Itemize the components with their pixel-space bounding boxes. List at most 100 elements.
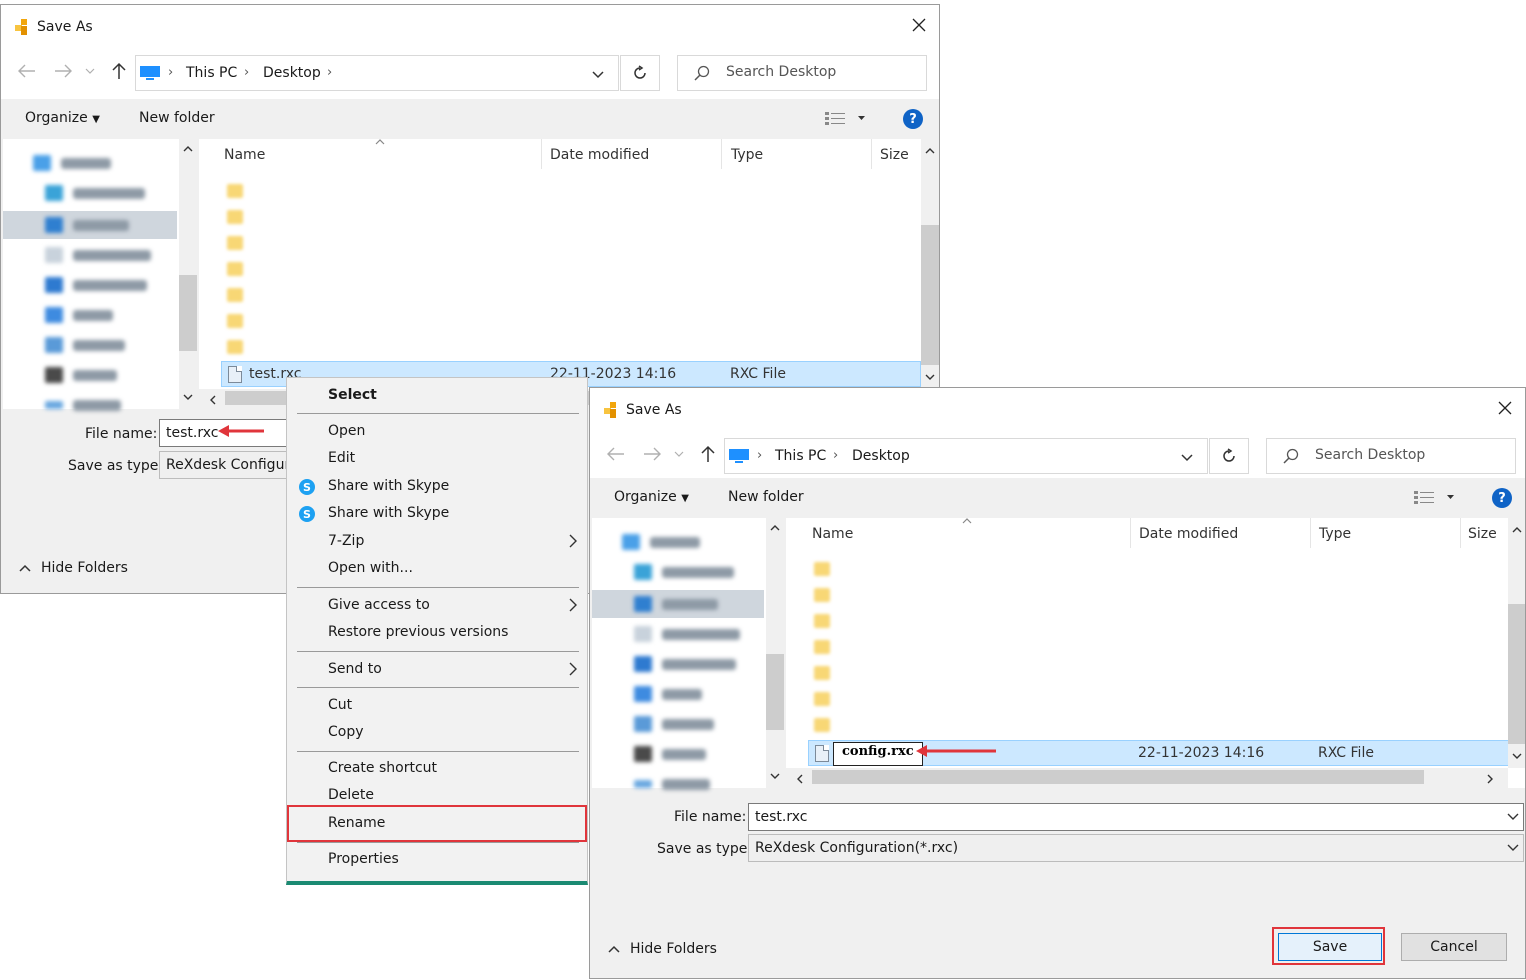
- scroll-down-icon[interactable]: [183, 393, 193, 401]
- scrollbar-thumb[interactable]: [179, 275, 197, 351]
- column-header-type[interactable]: Type: [1319, 526, 1351, 542]
- nav-item[interactable]: [634, 624, 740, 644]
- column-header-date[interactable]: Date modified: [1139, 526, 1238, 542]
- menu-item-rename[interactable]: Rename: [328, 815, 385, 831]
- folder-icon[interactable]: [814, 562, 830, 576]
- recent-locations-button[interactable]: [83, 61, 97, 81]
- file-list-scrollbar[interactable]: [921, 139, 939, 389]
- menu-item-open-with[interactable]: Open with...: [328, 560, 413, 576]
- nav-scrollbar[interactable]: [179, 139, 197, 409]
- nav-item[interactable]: [622, 532, 700, 552]
- nav-item[interactable]: [634, 744, 706, 764]
- chevron-down-icon[interactable]: [1507, 813, 1519, 821]
- chevron-down-icon[interactable]: [590, 66, 606, 82]
- menu-item-give-access[interactable]: Give access to: [328, 597, 430, 613]
- folder-icon[interactable]: [814, 718, 830, 732]
- up-button[interactable]: [698, 444, 718, 464]
- nav-item[interactable]: [45, 335, 125, 355]
- back-button[interactable]: [606, 444, 626, 464]
- organize-button[interactable]: Organize ▼: [25, 110, 100, 126]
- scroll-up-icon[interactable]: [770, 524, 780, 532]
- menu-item-properties[interactable]: Properties: [328, 851, 399, 867]
- chevron-down-icon[interactable]: [1179, 449, 1195, 465]
- menu-item-create-shortcut[interactable]: Create shortcut: [328, 760, 437, 776]
- menu-item-restore-versions[interactable]: Restore previous versions: [328, 624, 508, 640]
- menu-item-7zip[interactable]: 7-Zip: [328, 533, 364, 549]
- menu-item-send-to[interactable]: Send to: [328, 661, 382, 677]
- folder-icon[interactable]: [227, 262, 243, 276]
- search-box[interactable]: Search Desktop: [677, 55, 927, 91]
- menu-item-select[interactable]: Select: [328, 387, 377, 403]
- address-bar[interactable]: › This PC › Desktop ›: [135, 55, 619, 91]
- breadcrumb-desktop[interactable]: Desktop: [263, 65, 321, 81]
- close-button[interactable]: [1493, 396, 1517, 420]
- scroll-left-icon[interactable]: [796, 774, 804, 784]
- menu-item-open[interactable]: Open: [328, 423, 365, 439]
- view-options-button[interactable]: [1414, 490, 1454, 508]
- file-rename-editbox[interactable]: config.rxc: [833, 742, 923, 766]
- scroll-down-icon[interactable]: [770, 772, 780, 780]
- menu-item-edit[interactable]: Edit: [328, 450, 355, 466]
- help-button[interactable]: ?: [903, 109, 923, 129]
- folder-icon[interactable]: [227, 340, 243, 354]
- nav-item[interactable]: [634, 594, 718, 614]
- menu-item-cut[interactable]: Cut: [328, 697, 352, 713]
- scrollbar-thumb[interactable]: [1508, 604, 1525, 744]
- column-header-name[interactable]: Name: [224, 147, 265, 163]
- folder-icon[interactable]: [814, 692, 830, 706]
- scrollbar-thumb[interactable]: [812, 770, 1424, 784]
- folder-icon[interactable]: [814, 640, 830, 654]
- nav-item[interactable]: [634, 562, 734, 582]
- folder-icon[interactable]: [227, 236, 243, 250]
- breadcrumb-this-pc[interactable]: This PC: [186, 65, 237, 81]
- breadcrumb-desktop[interactable]: Desktop: [852, 448, 910, 464]
- folder-icon[interactable]: [227, 184, 243, 198]
- scroll-right-icon[interactable]: [1486, 774, 1494, 784]
- nav-item[interactable]: [45, 365, 117, 385]
- address-bar[interactable]: › This PC › Desktop: [724, 438, 1208, 474]
- folder-icon[interactable]: [227, 210, 243, 224]
- nav-item[interactable]: [45, 215, 129, 235]
- nav-scrollbar[interactable]: [766, 518, 784, 788]
- cancel-button[interactable]: Cancel: [1401, 933, 1507, 961]
- column-header-type[interactable]: Type: [731, 147, 763, 163]
- organize-button[interactable]: Organize ▼: [614, 489, 689, 505]
- nav-item[interactable]: [634, 774, 710, 794]
- menu-item-share-skype[interactable]: Share with Skype: [328, 505, 449, 521]
- scroll-up-icon[interactable]: [183, 145, 193, 153]
- close-button[interactable]: [907, 13, 931, 37]
- folder-icon[interactable]: [814, 614, 830, 628]
- nav-item[interactable]: [45, 275, 147, 295]
- file-list-hscrollbar[interactable]: [786, 768, 1508, 788]
- scroll-down-icon[interactable]: [1512, 752, 1522, 760]
- scroll-left-icon[interactable]: [209, 395, 217, 405]
- recent-locations-button[interactable]: [672, 444, 686, 464]
- scroll-up-icon[interactable]: [925, 147, 935, 155]
- new-folder-button[interactable]: New folder: [728, 489, 804, 505]
- nav-item[interactable]: [634, 684, 702, 704]
- menu-item-delete[interactable]: Delete: [328, 787, 374, 803]
- save-button[interactable]: Save: [1278, 933, 1382, 961]
- view-options-button[interactable]: [825, 111, 865, 129]
- scroll-down-icon[interactable]: [925, 373, 935, 381]
- forward-button[interactable]: [642, 444, 662, 464]
- nav-item[interactable]: [634, 714, 714, 734]
- nav-item[interactable]: [45, 183, 145, 203]
- refresh-button[interactable]: [620, 55, 660, 91]
- nav-item[interactable]: [45, 395, 121, 415]
- refresh-button[interactable]: [1209, 438, 1249, 474]
- chevron-down-icon[interactable]: [1507, 844, 1519, 852]
- nav-item[interactable]: [634, 654, 736, 674]
- folder-icon[interactable]: [227, 288, 243, 302]
- nav-item[interactable]: [45, 305, 113, 325]
- menu-item-share-skype[interactable]: Share with Skype: [328, 478, 449, 494]
- search-box[interactable]: Search Desktop: [1266, 438, 1516, 474]
- column-header-size[interactable]: Size: [880, 147, 909, 163]
- menu-item-copy[interactable]: Copy: [328, 724, 364, 740]
- column-header-date[interactable]: Date modified: [550, 147, 649, 163]
- breadcrumb-this-pc[interactable]: This PC: [775, 448, 826, 464]
- hide-folders-toggle[interactable]: Hide Folders: [19, 560, 128, 576]
- scrollbar-thumb[interactable]: [766, 654, 784, 730]
- help-button[interactable]: ?: [1492, 488, 1512, 508]
- forward-button[interactable]: [53, 61, 73, 81]
